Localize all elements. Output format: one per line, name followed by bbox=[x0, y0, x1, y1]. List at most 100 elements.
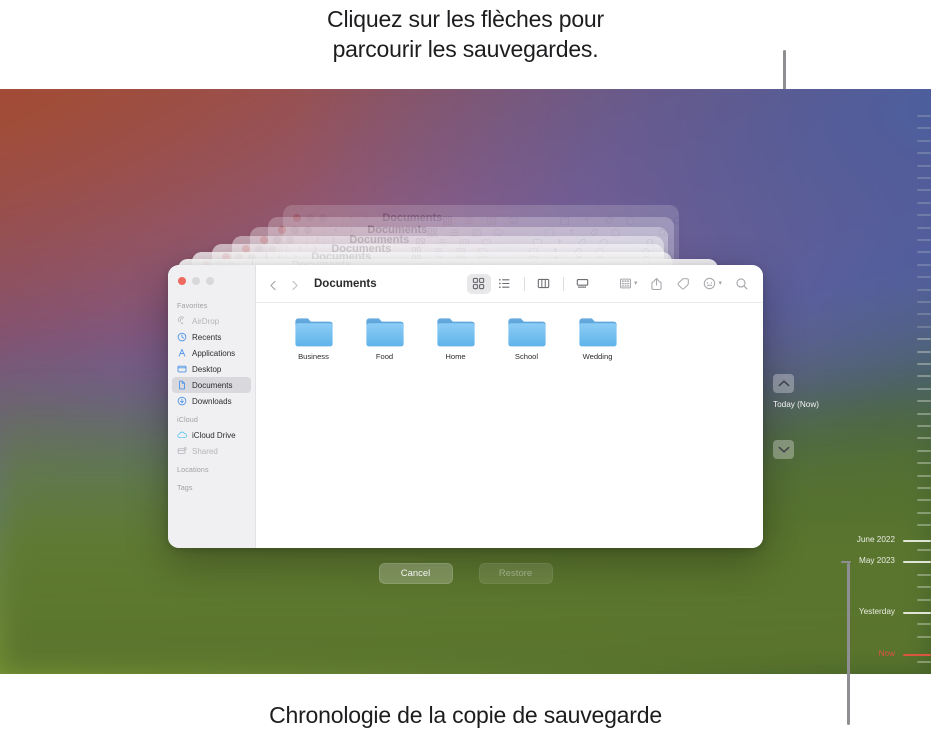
sidebar-section-title-icloud: iCloud bbox=[177, 415, 198, 424]
timeline-tick-major[interactable] bbox=[903, 561, 931, 563]
file-label: Wedding bbox=[582, 352, 613, 361]
chevron-down-icon: ▾ bbox=[633, 280, 638, 287]
applications-icon bbox=[177, 348, 187, 358]
cancel-button[interactable]: Cancel bbox=[378, 563, 453, 584]
backup-timeline-ruler[interactable]: June 2022 May 2023 Yesterday Now bbox=[831, 89, 931, 674]
sidebar-item-label: Recents bbox=[192, 332, 222, 342]
file-grid-area: Business Food Home School Wedding bbox=[256, 303, 763, 548]
file-item[interactable]: School bbox=[491, 317, 562, 361]
timeline-tick bbox=[917, 661, 931, 663]
window-traffic-lights bbox=[168, 271, 255, 295]
timeline-tick bbox=[917, 462, 931, 464]
timeline-tick bbox=[917, 623, 931, 625]
close-button[interactable] bbox=[178, 277, 186, 285]
back-icon[interactable] bbox=[268, 278, 279, 291]
caption-bottom: Chronologie de la copie de sauvegarde bbox=[269, 702, 662, 728]
icloud-icon bbox=[177, 430, 187, 440]
restore-button[interactable]: Restore bbox=[478, 563, 553, 584]
sidebar-item-label: iCloud Drive bbox=[192, 430, 236, 440]
tag-button[interactable] bbox=[676, 277, 690, 291]
timeline-label: June 2022 bbox=[856, 535, 895, 544]
timeline-tick bbox=[917, 487, 931, 489]
shared-icon bbox=[177, 446, 187, 456]
timeline-tick bbox=[917, 413, 931, 415]
file-item[interactable]: Business bbox=[278, 317, 349, 361]
file-item[interactable]: Home bbox=[420, 317, 491, 361]
view-gallery-button[interactable] bbox=[571, 274, 595, 294]
timeline-tick bbox=[917, 437, 931, 439]
timeline-tick bbox=[917, 512, 931, 514]
sidebar-item-recents[interactable]: Recents bbox=[172, 329, 251, 345]
timeline-tick bbox=[917, 475, 931, 477]
minimize-button[interactable] bbox=[192, 277, 200, 285]
timeline-tick bbox=[917, 574, 931, 576]
finder-sidebar: Favorites AirDrop Recents Applications D… bbox=[168, 265, 256, 548]
search-button[interactable] bbox=[735, 277, 749, 291]
timeline-tick-major[interactable] bbox=[903, 612, 931, 614]
folder-icon bbox=[365, 317, 405, 348]
timeline-tick bbox=[917, 214, 931, 216]
timeline-up-button[interactable] bbox=[773, 374, 794, 393]
timeline-tick bbox=[917, 301, 931, 303]
view-icon-button[interactable] bbox=[466, 273, 491, 294]
forward-icon[interactable] bbox=[289, 278, 300, 291]
timeline-tick bbox=[917, 599, 931, 601]
timeline-tick bbox=[917, 177, 931, 179]
view-column-button[interactable] bbox=[532, 274, 556, 294]
sidebar-item-label: Downloads bbox=[192, 396, 232, 406]
desktop-icon bbox=[177, 364, 187, 374]
sidebar-item-desktop[interactable]: Desktop bbox=[172, 361, 251, 377]
sidebar-item-documents[interactable]: Documents bbox=[172, 377, 251, 393]
timeline-label: May 2023 bbox=[859, 556, 895, 565]
timeline-tick bbox=[917, 388, 931, 390]
timeline-tick bbox=[917, 140, 931, 142]
sidebar-item-shared[interactable]: Shared bbox=[172, 443, 251, 459]
timeline-tick bbox=[917, 499, 931, 501]
file-item[interactable]: Wedding bbox=[562, 317, 633, 361]
timeline-down-button[interactable] bbox=[773, 440, 794, 459]
timeline-tick bbox=[917, 152, 931, 154]
timeline-tick bbox=[917, 165, 931, 167]
timeline-tick-major[interactable] bbox=[903, 540, 931, 542]
folder-icon bbox=[294, 317, 334, 348]
timeline-tick bbox=[917, 276, 931, 278]
group-by-button[interactable]: ▾ bbox=[619, 277, 638, 290]
view-mode-group bbox=[466, 273, 595, 294]
share-button[interactable] bbox=[650, 277, 663, 291]
dialog-buttons: Cancel Restore bbox=[168, 563, 763, 584]
caption-top: Cliquez sur les flèches pour parcourir l… bbox=[0, 4, 931, 64]
timeline-tick bbox=[917, 636, 931, 638]
timeline-tick bbox=[917, 127, 931, 129]
folder-icon bbox=[507, 317, 547, 348]
toolbar-divider-2 bbox=[562, 276, 564, 291]
window-title: Documents bbox=[314, 277, 377, 290]
folder-icon bbox=[436, 317, 476, 348]
timeline-tick-major[interactable] bbox=[903, 654, 931, 656]
timeline-tick bbox=[917, 289, 931, 291]
sidebar-section-title-tags: Tags bbox=[177, 483, 193, 492]
timeline-tick bbox=[917, 115, 931, 117]
sidebar-item-label: Desktop bbox=[192, 364, 222, 374]
file-grid: Business Food Home School Wedding bbox=[278, 317, 763, 361]
sidebar-item-airdrop[interactable]: AirDrop bbox=[172, 313, 251, 329]
file-item[interactable]: Food bbox=[349, 317, 420, 361]
sidebar-item-label: Documents bbox=[192, 380, 233, 390]
timeline-tick bbox=[917, 400, 931, 402]
timeline-label: Now bbox=[878, 649, 895, 658]
sidebar-item-downloads[interactable]: Downloads bbox=[172, 393, 251, 409]
sidebar-sections: Favorites AirDrop Recents Applications D… bbox=[168, 295, 255, 495]
folder-icon bbox=[578, 317, 618, 348]
documents-icon bbox=[177, 380, 187, 390]
more-options-button[interactable]: ▾ bbox=[703, 277, 722, 290]
zoom-button[interactable] bbox=[206, 277, 214, 285]
timeline-tick bbox=[917, 363, 931, 365]
sidebar-item-applications[interactable]: Applications bbox=[172, 345, 251, 361]
timeline-tick bbox=[917, 586, 931, 588]
file-label: Business bbox=[298, 352, 329, 361]
view-list-button[interactable] bbox=[493, 274, 517, 294]
finder-toolbar: Documents ▾ ▾ bbox=[256, 265, 763, 303]
timeline-tick bbox=[917, 338, 931, 340]
sidebar-section-title-favorites: Favorites bbox=[177, 301, 208, 310]
timeline-tick bbox=[917, 239, 931, 241]
sidebar-item-icloud-drive[interactable]: iCloud Drive bbox=[172, 427, 251, 443]
